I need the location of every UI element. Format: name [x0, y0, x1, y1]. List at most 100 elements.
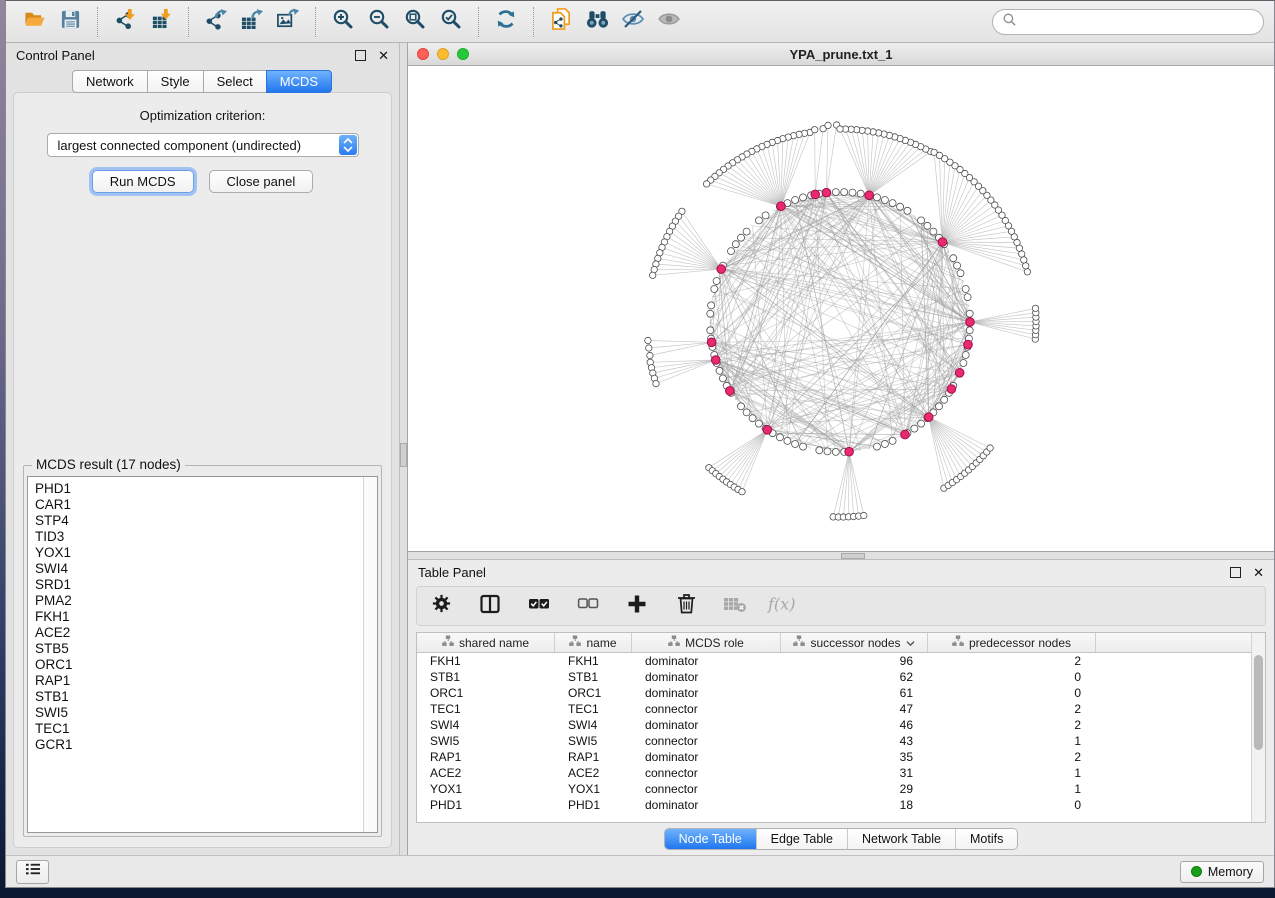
table-row[interactable]: TEC1TEC1connector472: [417, 701, 1265, 717]
graph-node[interactable]: [713, 278, 720, 285]
table-mode-button[interactable]: [429, 594, 453, 618]
close-panel-button[interactable]: Close panel: [209, 170, 314, 193]
graph-node[interactable]: [832, 189, 839, 196]
open-file-button[interactable]: [16, 5, 52, 39]
graph-node[interactable]: [738, 403, 745, 410]
graph-node[interactable]: [800, 194, 807, 201]
graph-node[interactable]: [918, 420, 925, 427]
graph-mcds-hub-node[interactable]: [777, 202, 786, 211]
graph-node[interactable]: [749, 415, 756, 422]
graph-node[interactable]: [849, 189, 856, 196]
table-row[interactable]: STB1STB1dominator620: [417, 669, 1265, 685]
float-table-panel-icon[interactable]: [1230, 567, 1241, 578]
graph-mcds-hub-node[interactable]: [811, 190, 820, 199]
duplicate-network-button[interactable]: [543, 5, 579, 39]
column-header-successor-nodes[interactable]: successor nodes: [781, 633, 928, 652]
graph-node[interactable]: [728, 248, 735, 255]
mcds-list-scrollbar[interactable]: [363, 477, 377, 832]
table-row[interactable]: RAP1RAP1dominator352: [417, 749, 1265, 765]
optimization-criterion-select[interactable]: largest connected component (undirected): [47, 133, 359, 157]
mcds-result-item[interactable]: PHD1: [35, 481, 377, 497]
graph-leaf-node[interactable]: [1032, 305, 1038, 311]
mcds-result-item[interactable]: TID3: [35, 529, 377, 545]
graph-mcds-hub-node[interactable]: [717, 265, 726, 274]
memory-button[interactable]: Memory: [1180, 861, 1264, 883]
graph-node[interactable]: [960, 360, 967, 367]
tab-edge-table[interactable]: Edge Table: [756, 829, 847, 849]
graph-node[interactable]: [755, 217, 762, 224]
graph-node[interactable]: [881, 197, 888, 204]
column-header-MCDS-role[interactable]: MCDS role: [632, 633, 781, 652]
float-panel-icon[interactable]: [355, 50, 366, 61]
graph-node[interactable]: [762, 212, 769, 219]
tab-mcds[interactable]: MCDS: [266, 70, 332, 93]
graph-mcds-hub-node[interactable]: [822, 188, 831, 197]
mcds-result-item[interactable]: SWI5: [35, 705, 377, 721]
graph-leaf-node[interactable]: [653, 380, 659, 386]
graph-node[interactable]: [964, 294, 971, 301]
column-header-shared-name[interactable]: shared name: [417, 633, 555, 652]
graph-node[interactable]: [950, 255, 957, 262]
graph-node[interactable]: [954, 262, 961, 269]
graph-node[interactable]: [874, 443, 881, 450]
graph-mcds-hub-node[interactable]: [865, 191, 874, 200]
zoom-selected-button[interactable]: [433, 5, 469, 39]
graph-mcds-hub-node[interactable]: [707, 338, 716, 347]
vertical-splitter-handle[interactable]: [400, 443, 407, 467]
export-image-button[interactable]: [270, 5, 306, 39]
column-header-name[interactable]: name: [555, 633, 632, 652]
show-panels-button[interactable]: [16, 860, 49, 884]
graph-leaf-node[interactable]: [812, 127, 818, 133]
graph-leaf-node[interactable]: [987, 445, 993, 451]
mcds-result-item[interactable]: TEC1: [35, 721, 377, 737]
column-header-predecessor-nodes[interactable]: predecessor nodes: [928, 633, 1096, 652]
graph-node[interactable]: [792, 441, 799, 448]
graph-leaf-node[interactable]: [1023, 263, 1029, 269]
tab-node-table[interactable]: Node Table: [665, 829, 756, 849]
table-row[interactable]: SWI4SWI4dominator462: [417, 717, 1265, 733]
zoom-window-button[interactable]: [457, 48, 469, 60]
graph-node[interactable]: [708, 302, 715, 309]
graph-node[interactable]: [930, 228, 937, 235]
graph-mcds-hub-node[interactable]: [726, 387, 735, 396]
mcds-result-item[interactable]: CAR1: [35, 497, 377, 513]
graph-node[interactable]: [881, 441, 888, 448]
table-scrollbar[interactable]: [1251, 633, 1265, 822]
table-row[interactable]: YOX1YOX1connector291: [417, 781, 1265, 797]
graph-leaf-node[interactable]: [646, 345, 652, 351]
graph-node[interactable]: [800, 443, 807, 450]
deselect-all-button[interactable]: [576, 594, 600, 618]
graph-leaf-node[interactable]: [703, 181, 709, 187]
graph-node[interactable]: [707, 327, 714, 334]
graph-node[interactable]: [719, 375, 726, 382]
graph-node[interactable]: [874, 194, 881, 201]
tab-style[interactable]: Style: [147, 70, 204, 93]
graph-node[interactable]: [962, 352, 969, 359]
graph-leaf-node[interactable]: [650, 272, 656, 278]
tab-network[interactable]: Network: [72, 70, 148, 93]
graph-mcds-hub-node[interactable]: [966, 318, 975, 327]
mcds-result-item[interactable]: ACE2: [35, 625, 377, 641]
search-input[interactable]: [1022, 14, 1254, 30]
graph-mcds-hub-node[interactable]: [964, 340, 973, 349]
search-box[interactable]: [992, 9, 1264, 35]
graph-node[interactable]: [732, 241, 739, 248]
mcds-result-item[interactable]: SRD1: [35, 577, 377, 593]
export-network-button[interactable]: [198, 5, 234, 39]
run-mcds-button[interactable]: Run MCDS: [92, 170, 194, 193]
sort-chevron-down-icon[interactable]: [906, 636, 915, 650]
graph-mcds-hub-node[interactable]: [901, 430, 910, 439]
show-columns-button[interactable]: [478, 594, 502, 618]
graph-node[interactable]: [755, 420, 762, 427]
show-details-button[interactable]: [651, 5, 687, 39]
horizontal-splitter-handle[interactable]: [841, 553, 865, 559]
vertical-splitter[interactable]: [399, 43, 408, 855]
save-session-button[interactable]: [52, 5, 88, 39]
graph-node[interactable]: [743, 228, 750, 235]
hide-details-button[interactable]: [615, 5, 651, 39]
graph-node[interactable]: [857, 190, 864, 197]
graph-mcds-hub-node[interactable]: [955, 369, 964, 378]
graph-leaf-node[interactable]: [647, 352, 653, 358]
graph-node[interactable]: [889, 437, 896, 444]
graph-node[interactable]: [707, 310, 714, 317]
